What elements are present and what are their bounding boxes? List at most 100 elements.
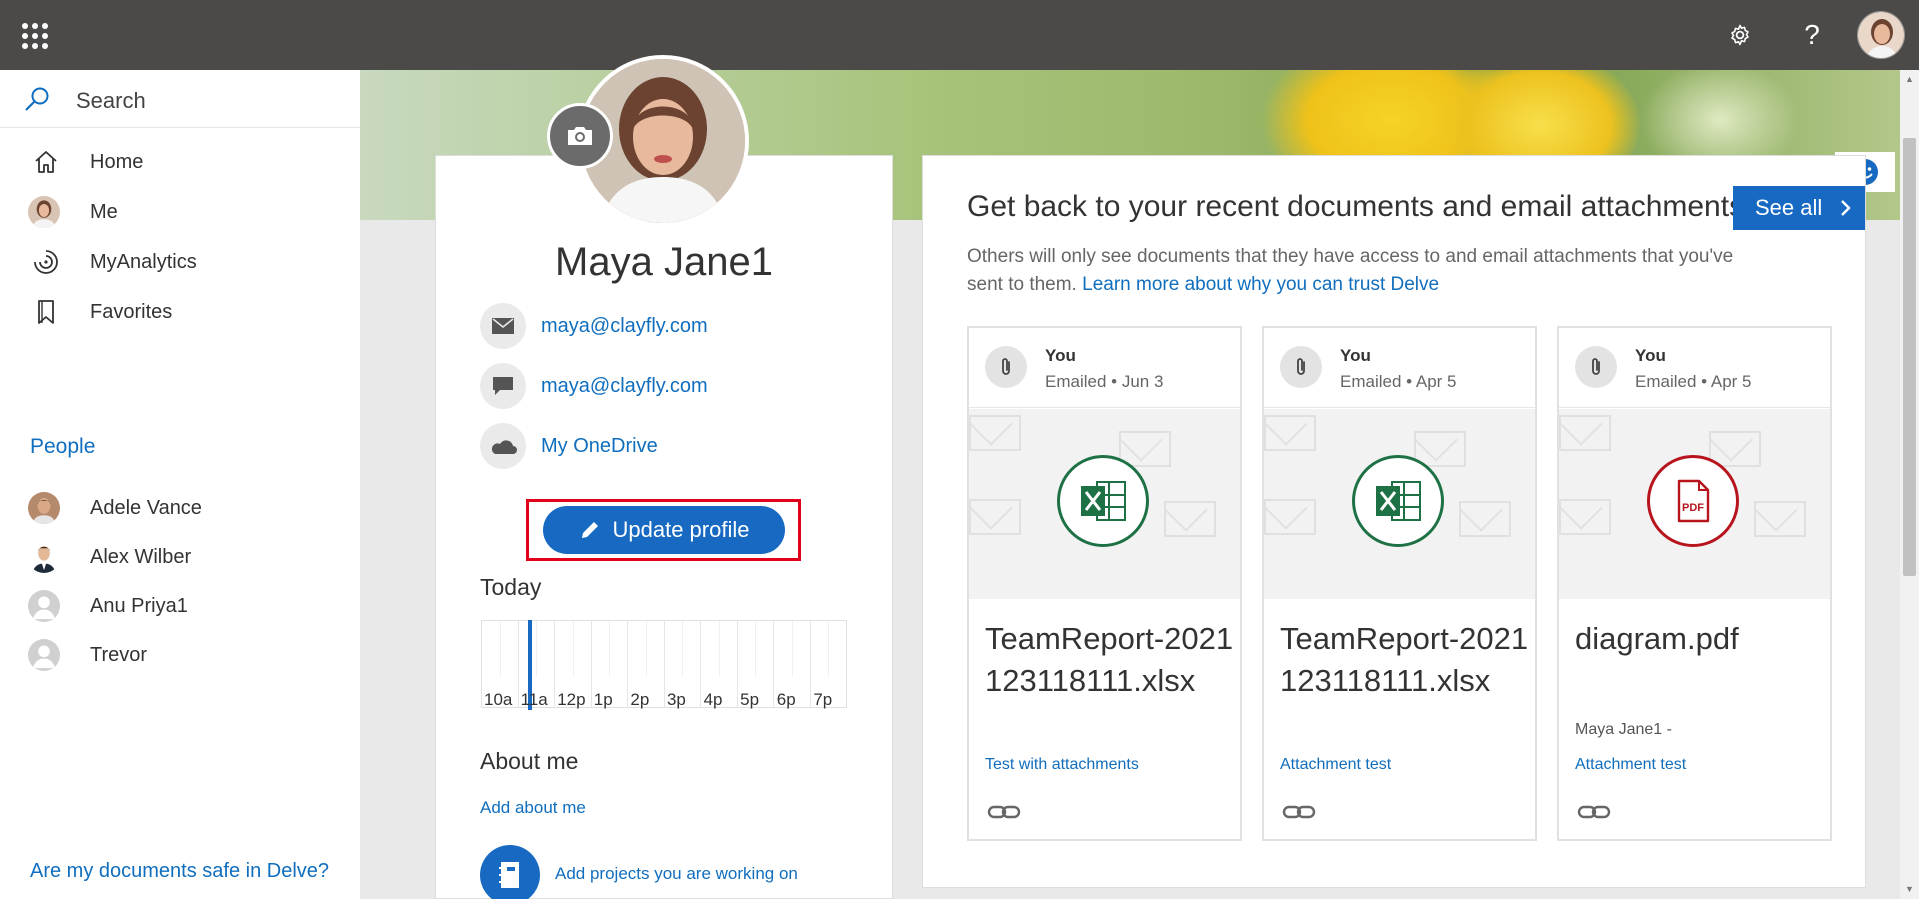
timeline-hour: 2p [630, 690, 650, 709]
mail-icon [480, 303, 526, 349]
link-icon[interactable] [987, 803, 1021, 821]
person-adele-vance[interactable]: Adele Vance [0, 483, 360, 533]
document-sender: You [1045, 346, 1076, 365]
docs-subtitle: Others will only see documents that they… [967, 243, 1767, 299]
document-name[interactable]: TeamReport-2021123118111.xlsx [985, 618, 1235, 702]
timeline-hour: 10a [484, 690, 513, 709]
pencil-icon [581, 522, 598, 538]
svg-text:PDF: PDF [1682, 502, 1704, 514]
onedrive-row[interactable]: My OneDrive [480, 423, 860, 469]
document-author: Maya Jane1 - [1575, 721, 1672, 738]
scroll-thumb[interactable] [1903, 138, 1916, 576]
trust-delve-link[interactable]: Learn more about why you can trust Delve [1082, 274, 1439, 295]
add-about-me-link[interactable]: Add about me [480, 798, 586, 818]
paperclip-icon [985, 346, 1027, 388]
link-icon[interactable] [1282, 803, 1316, 821]
person-name: Anu Priya1 [90, 594, 188, 617]
avatar [28, 541, 60, 573]
nav-label: Favorites [90, 300, 173, 323]
gear-icon[interactable] [1722, 17, 1758, 53]
person-anu-priya1[interactable]: Anu Priya1 [0, 581, 360, 631]
avatar [28, 639, 60, 671]
docs-title: Get back to your recent documents and em… [967, 190, 1745, 223]
timeline-labels: 10a 11a 12p 1p 2p 3p 4p 5p 6p 7p [481, 690, 847, 710]
link-icon[interactable] [1577, 803, 1611, 821]
document-card-header: You Emailed • Apr 5 [1264, 328, 1535, 408]
email-subject-link[interactable]: Test with attachments [985, 756, 1139, 774]
see-all-button[interactable]: See all [1733, 186, 1865, 230]
app-launcher-icon[interactable] [22, 23, 48, 49]
person-name: Adele Vance [90, 496, 202, 519]
search-icon [25, 87, 49, 111]
document-thumbnail: PDF PDF [1559, 409, 1830, 599]
change-photo-button[interactable] [547, 103, 613, 169]
person-name: Alex Wilber [90, 545, 192, 568]
timeline-hour: 3p [666, 690, 686, 709]
analytics-icon [30, 246, 62, 278]
paperclip-icon [1575, 346, 1617, 388]
person-trevor[interactable]: Trevor [0, 630, 360, 680]
person-alex-wilber[interactable]: Alex Wilber [0, 532, 360, 582]
nav-favorites[interactable]: Favorites [0, 287, 360, 337]
timeline-hour: 12p [557, 690, 586, 709]
today-label: Today [480, 574, 542, 600]
chat-icon [480, 363, 526, 409]
scroll-down-icon[interactable]: ▼ [1904, 884, 1915, 895]
document-date: Emailed • Jun 3 [1045, 372, 1164, 391]
nav-me[interactable]: Me [0, 187, 360, 237]
chat-row[interactable]: maya@clayfly.com [480, 363, 860, 409]
document-card[interactable]: You Emailed • Apr 5 PDF PDF diagram.pdf … [1557, 326, 1832, 841]
document-name[interactable]: diagram.pdf [1575, 618, 1825, 660]
avatar [28, 590, 60, 622]
nav-home[interactable]: Home [0, 137, 360, 187]
document-name[interactable]: TeamReport-2021123118111.xlsx [1280, 618, 1530, 702]
document-thumbnail: Excel [1264, 409, 1535, 599]
see-all-label: See all [1755, 195, 1823, 220]
chat-link[interactable]: maya@clayfly.com [541, 375, 708, 398]
camera-icon [568, 127, 592, 145]
document-sender: You [1340, 346, 1371, 365]
about-me-title: About me [480, 748, 579, 774]
search-box[interactable]: Search [0, 70, 360, 128]
document-date: Emailed • Apr 5 [1340, 372, 1457, 391]
document-card[interactable]: You Emailed • Apr 5 Excel TeamReport-202… [1262, 326, 1537, 841]
notebook-icon[interactable] [480, 845, 540, 899]
email-row[interactable]: maya@clayfly.com [480, 303, 860, 349]
document-card[interactable]: You Emailed • Jun 3 Excel TeamReport-202… [967, 326, 1242, 841]
people-heading: People [30, 435, 96, 458]
update-profile-label: Update profile [612, 517, 750, 542]
home-icon [30, 146, 62, 178]
chevron-right-icon [1841, 200, 1851, 216]
docs-safe-link[interactable]: Are my documents safe in Delve? [30, 860, 329, 883]
nav-myanalytics[interactable]: MyAnalytics [0, 237, 360, 287]
document-date: Emailed • Apr 5 [1635, 372, 1752, 391]
onedrive-link[interactable]: My OneDrive [541, 435, 658, 458]
help-icon[interactable]: ? [1794, 17, 1830, 53]
account-avatar[interactable] [1857, 11, 1905, 59]
document-card-header: You Emailed • Apr 5 [1559, 328, 1830, 408]
bookmark-icon [30, 296, 62, 328]
timeline-hour: 7p [813, 690, 833, 709]
add-projects-link[interactable]: Add projects you are working on [555, 864, 798, 884]
avatar [28, 196, 60, 228]
email-subject-link[interactable]: Attachment test [1280, 756, 1391, 774]
email-link[interactable]: maya@clayfly.com [541, 315, 708, 338]
email-subject-link[interactable]: Attachment test [1575, 756, 1686, 774]
search-label: Search [76, 88, 146, 113]
profile-name: Maya Jane1 [555, 240, 773, 284]
cloud-icon [480, 423, 526, 469]
document-card-header: You Emailed • Jun 3 [969, 328, 1240, 408]
excel-icon [1057, 455, 1149, 547]
update-profile-button[interactable]: Update profile [543, 506, 785, 554]
scroll-up-icon[interactable]: ▲ [1904, 74, 1915, 85]
top-bar: ? [0, 0, 1919, 70]
timeline-hour: 11a [520, 690, 548, 709]
sidebar: Search Home Me MyAnalytics Favorites Peo… [0, 70, 360, 899]
paperclip-icon [1280, 346, 1322, 388]
timeline-hour: 6p [776, 690, 796, 709]
document-thumbnail: Excel [969, 409, 1240, 599]
timeline-hour: 5p [740, 690, 760, 709]
person-name: Trevor [90, 643, 148, 666]
page-scrollbar[interactable]: ▲ ▼ [1900, 70, 1919, 899]
timeline-hour: 1p [593, 690, 613, 709]
